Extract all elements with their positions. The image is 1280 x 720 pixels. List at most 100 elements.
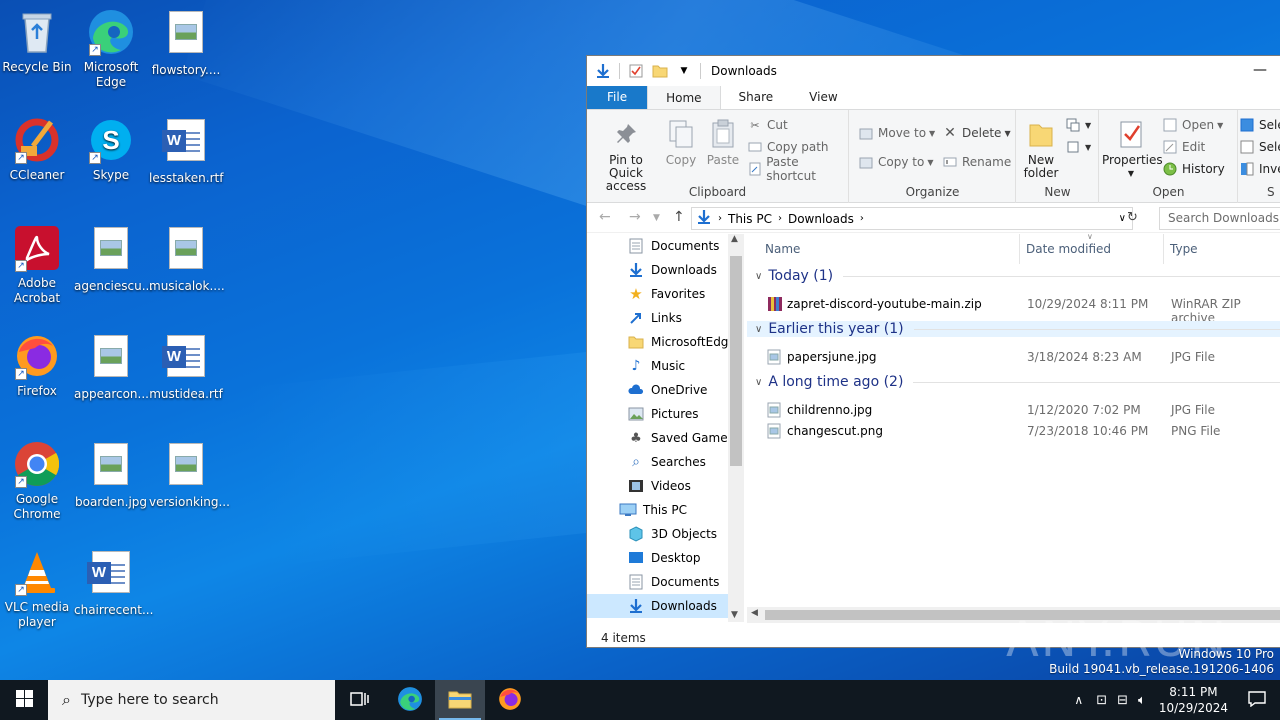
recent-locations-chevron-icon[interactable]: ▼ [653, 213, 660, 223]
address-dropdown-chevron-icon[interactable]: ∨ [1119, 213, 1126, 224]
edit-button[interactable]: Edit [1162, 138, 1205, 156]
table-row[interactable]: zapret-discord-youtube-main.zip 10/29/202… [747, 294, 1280, 325]
network-icon[interactable]: ⊟ [1117, 693, 1128, 708]
taskbar-search-box[interactable]: ⌕ Type here to search [48, 680, 335, 720]
column-header-name[interactable]: Name [765, 234, 800, 264]
refresh-icon[interactable]: ↻ [1127, 210, 1138, 225]
table-row[interactable]: childrenno.jpg 1/12/2020 7:02 PM JPG File [747, 400, 1280, 421]
group-collapse-chevron-icon[interactable]: ∨ [755, 271, 762, 282]
select-none-button[interactable]: Selec [1239, 138, 1280, 156]
group-header[interactable]: ∨ Earlier this year (1) [747, 321, 1280, 337]
desktop-icon-versionking[interactable]: versionking... [149, 440, 230, 510]
notifications-icon[interactable] [1248, 690, 1266, 710]
address-bar[interactable]: › This PC › Downloads › ∨ [691, 207, 1133, 230]
select-all-button[interactable]: Selec [1239, 116, 1280, 134]
paste-button[interactable]: Paste [703, 118, 743, 167]
clock[interactable]: 8:11 PM 10/29/2024 [1159, 684, 1228, 716]
nav-item-pictures[interactable]: Pictures [587, 402, 739, 426]
properties-quick-access-icon[interactable] [628, 63, 644, 79]
nav-item-documents[interactable]: Documents [587, 570, 739, 594]
desktop-icon-ccleaner[interactable]: ↗ CCleaner [0, 116, 74, 183]
nav-item-links[interactable]: Links [587, 306, 739, 330]
group-collapse-chevron-icon[interactable]: ∨ [755, 377, 762, 388]
nav-item-documents[interactable]: Documents [587, 234, 739, 258]
delete-button[interactable]: ✕ Delete ▼ [942, 124, 1010, 142]
desktop-icon-mustidea[interactable]: W mustidea.rtf [149, 332, 223, 402]
group-collapse-chevron-icon[interactable]: ∨ [755, 324, 762, 335]
task-view-button[interactable] [335, 680, 385, 720]
copy-button[interactable]: Copy [663, 118, 699, 167]
taskbar-firefox-button[interactable] [485, 680, 535, 720]
nav-item-desktop[interactable]: Desktop [587, 546, 739, 570]
tab-home[interactable]: Home [647, 85, 721, 109]
desktop-icon-boarden[interactable]: boarden.jpg [74, 440, 148, 510]
nav-item-music[interactable]: ♪ Music [587, 354, 739, 378]
move-to-button[interactable]: Move to ▼ [858, 124, 935, 142]
taskbar-edge-button[interactable] [385, 680, 435, 720]
new-folder-button[interactable]: New folder [1021, 118, 1061, 180]
desktop-icon-microsoft-edge[interactable]: ↗ Microsoft Edge [74, 8, 148, 90]
copy-to-button[interactable]: Copy to ▼ [858, 153, 933, 171]
paste-shortcut-button[interactable]: Paste shortcut [747, 155, 848, 183]
nav-scrollbar-thumb[interactable] [730, 256, 742, 466]
invert-selection-button[interactable]: Inver [1239, 160, 1280, 178]
forward-arrow-icon[interactable]: → [629, 209, 641, 225]
tab-share[interactable]: Share [721, 85, 792, 109]
group-header[interactable]: ∨ Today (1) [755, 268, 1280, 284]
nav-item-downloads[interactable]: Downloads [587, 258, 739, 282]
nav-item-3d-objects[interactable]: 3D Objects [587, 522, 739, 546]
properties-button[interactable]: Properties ▼ [1102, 118, 1163, 180]
scroll-up-arrow-icon[interactable]: ▲ [731, 234, 738, 244]
nav-item-microsoftedge[interactable]: MicrosoftEdge [587, 330, 739, 354]
search-input[interactable]: Search Downloads [1159, 207, 1280, 230]
desktop-icon-flowstory[interactable]: flowstory.... [149, 8, 223, 78]
nav-item-onedrive[interactable]: OneDrive [587, 378, 739, 402]
column-header-type[interactable]: Type [1170, 234, 1198, 264]
desktop-icon-recycle-bin[interactable]: Recycle Bin [0, 8, 74, 75]
desktop-icon-google-chrome[interactable]: ↗ Google Chrome [0, 440, 74, 522]
desktop-icon-firefox[interactable]: ↗ Firefox [0, 332, 74, 399]
group-header[interactable]: ∨ A long time ago (2) [755, 374, 1280, 390]
column-header-date-modified[interactable]: Date modified [1026, 234, 1111, 264]
scroll-down-arrow-icon[interactable]: ▼ [731, 610, 738, 620]
up-arrow-icon[interactable]: ↑ [673, 209, 685, 225]
history-button[interactable]: History [1162, 160, 1225, 178]
new-item-button[interactable]: ▼ [1065, 116, 1091, 134]
desktop-icon-chairrecent[interactable]: W chairrecent... [74, 548, 153, 618]
nav-item-saved-games[interactable]: ♣ Saved Games [587, 426, 739, 450]
nav-item-videos[interactable]: Videos [587, 474, 739, 498]
breadcrumb-this-pc[interactable]: This PC [728, 212, 772, 226]
desktop-icon-appearcon[interactable]: appearcon... [74, 332, 149, 402]
minimize-button[interactable]: — [1253, 62, 1267, 78]
volume-icon[interactable]: 🔈︎ [1138, 693, 1146, 708]
tab-file[interactable]: File [587, 85, 648, 109]
desktop-icon-adobe-acrobat[interactable]: ↗ Adobe Acrobat [0, 224, 74, 306]
rename-button[interactable]: Rename [942, 153, 1011, 171]
breadcrumb-downloads[interactable]: Downloads [788, 212, 854, 226]
taskbar-file-explorer-button[interactable] [435, 680, 485, 720]
table-row[interactable]: changescut.png 7/23/2018 10:46 PM PNG File [747, 421, 1280, 442]
show-hidden-icons-chevron-icon[interactable]: ∧ [1074, 693, 1083, 707]
nav-item-favorites[interactable]: ★ Favorites [587, 282, 739, 306]
desktop-icon-musicalok[interactable]: musicalok.... [149, 224, 225, 294]
nav-item-searches[interactable]: ⌕ Searches [587, 450, 739, 474]
scroll-left-arrow-icon[interactable]: ◀ [751, 608, 758, 618]
easy-access-button[interactable]: ▼ [1065, 138, 1091, 156]
table-row[interactable]: papersjune.jpg 3/18/2024 8:23 AM JPG File [747, 347, 1280, 368]
nav-item-this-pc[interactable]: This PC [587, 498, 739, 522]
open-button[interactable]: Open ▼ [1162, 116, 1223, 134]
network-adapter-icon[interactable]: ⊡ [1096, 693, 1107, 708]
desktop-icon-skype[interactable]: S ↗ Skype [74, 116, 148, 183]
new-folder-quick-access-icon[interactable] [652, 63, 668, 79]
customize-toolbar-chevron-icon[interactable]: ▼ [676, 63, 692, 79]
start-button[interactable] [0, 680, 48, 720]
desktop-icon-lesstaken[interactable]: W lesstaken.rtf [149, 116, 223, 186]
desktop-icon-agenciescu[interactable]: agenciescu... [74, 224, 153, 294]
tab-view[interactable]: View [791, 85, 855, 109]
nav-scrollbar[interactable]: ▲ ▼ [728, 234, 744, 622]
copy-path-button[interactable]: Copy path [747, 138, 829, 156]
pin-to-quick-access-button[interactable]: Pin to Quick access [593, 118, 659, 193]
nav-item-downloads[interactable]: Downloads [587, 594, 739, 618]
cut-button[interactable]: ✂ Cut [747, 116, 787, 134]
back-arrow-icon[interactable]: ← [599, 209, 611, 225]
